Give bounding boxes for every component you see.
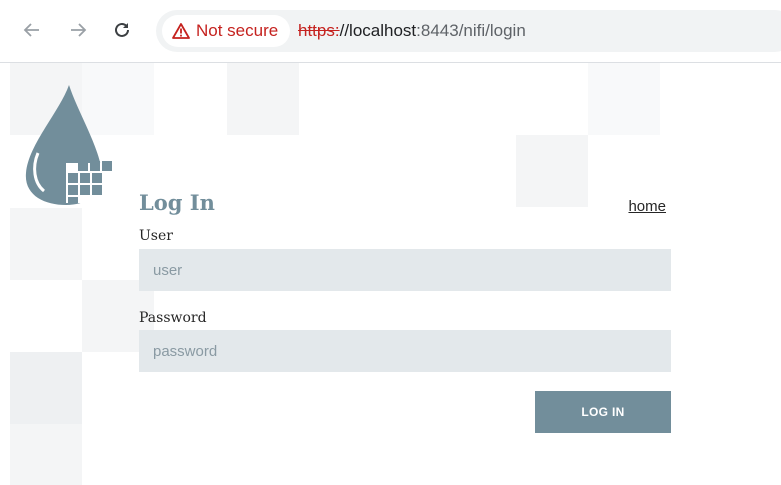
browser-toolbar: Not secure https://localhost:8443/nifi/l… <box>0 0 781 63</box>
url-path: /nifi/login <box>458 21 526 40</box>
background-tile <box>10 424 82 485</box>
nifi-drop-logo-icon <box>25 85 114 205</box>
arrow-right-icon <box>71 23 87 37</box>
url-port: :8443 <box>416 21 459 40</box>
url-scheme: https: <box>298 21 340 40</box>
url-text[interactable]: https://localhost:8443/nifi/login <box>298 10 526 52</box>
back-button[interactable] <box>20 18 44 42</box>
arrow-left-icon <box>23 23 39 37</box>
home-link[interactable]: home <box>628 198 666 215</box>
login-button[interactable]: LOG IN <box>535 391 671 433</box>
warning-triangle-icon <box>172 23 190 39</box>
forward-button[interactable] <box>66 18 90 42</box>
security-label: Not secure <box>196 21 279 40</box>
background-tile <box>227 63 299 135</box>
reload-icon <box>115 22 129 37</box>
security-indicator[interactable]: Not secure <box>162 15 291 47</box>
login-title: Log In <box>139 190 215 215</box>
user-label: User <box>139 228 173 244</box>
address-bar[interactable]: Not secure https://localhost:8443/nifi/l… <box>156 10 781 52</box>
password-input[interactable] <box>139 330 671 372</box>
background-tile <box>516 135 588 207</box>
background-tile <box>10 352 82 424</box>
user-input[interactable] <box>139 249 671 291</box>
url-host: //localhost <box>339 21 417 40</box>
background-tile <box>588 63 660 135</box>
password-label: Password <box>139 310 207 326</box>
reload-button[interactable] <box>110 18 134 42</box>
background-tile <box>10 208 82 280</box>
